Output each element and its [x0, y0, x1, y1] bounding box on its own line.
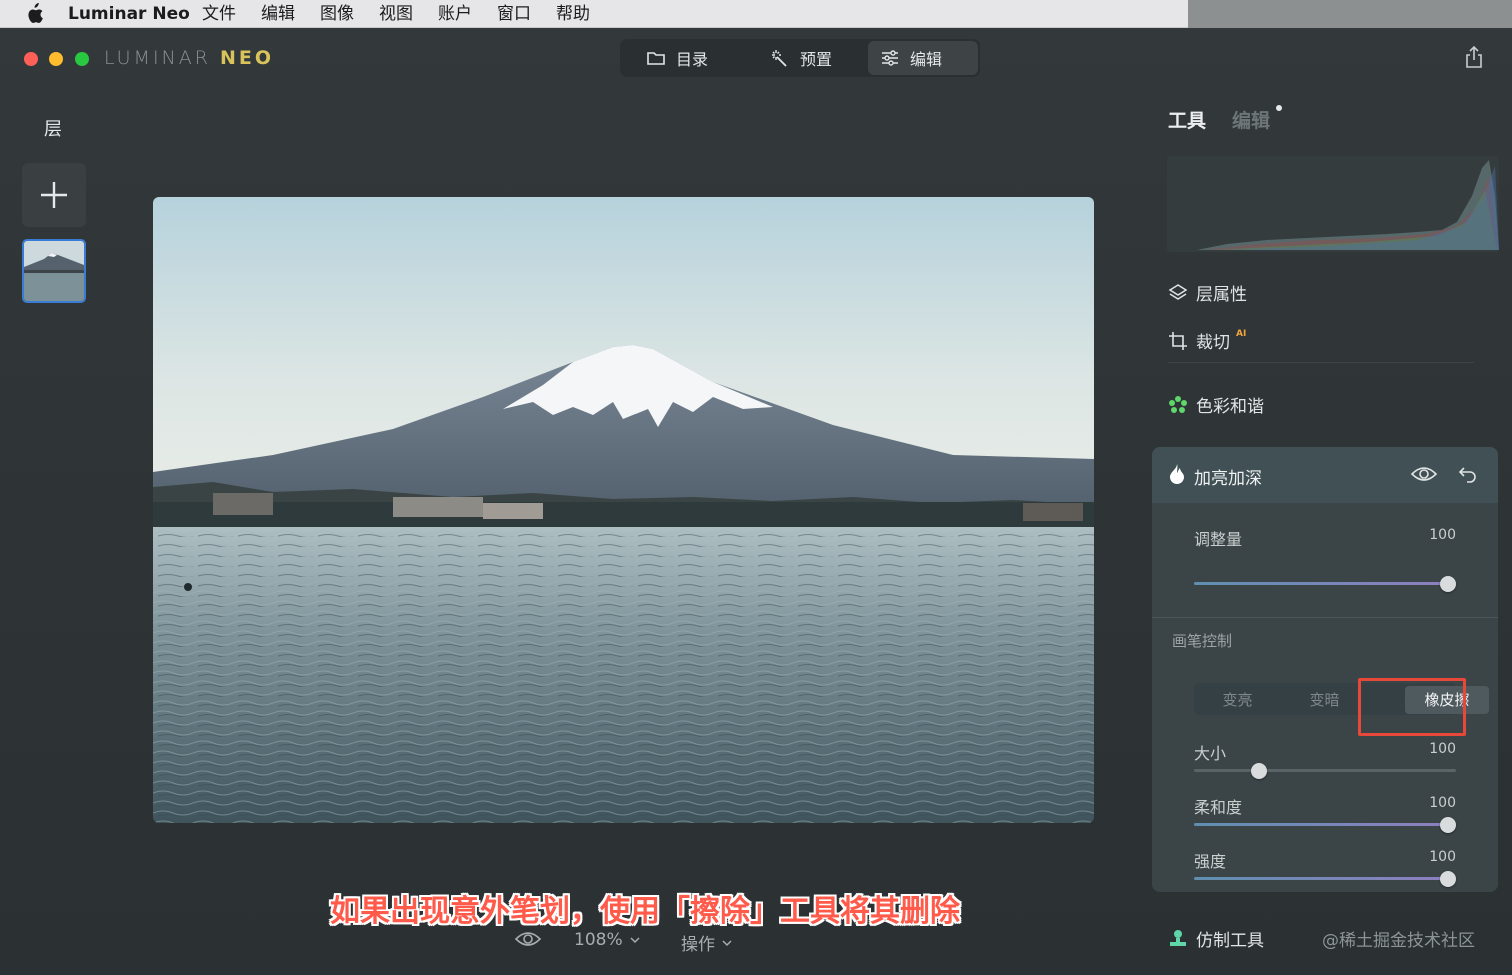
- dodge-burn-header[interactable]: 加亮加深: [1152, 447, 1498, 503]
- tool-crop-label: 裁切: [1196, 333, 1230, 353]
- zoom-value: 108%: [574, 930, 623, 950]
- brush-control-title: 画笔控制: [1172, 632, 1233, 650]
- sliders-icon: [882, 50, 898, 66]
- menu-edit[interactable]: 编辑: [261, 4, 295, 24]
- app-window: LUMINAR NEO 目录 预置 编辑 层 如果出现意外笔划，使用「擦除」工具…: [0, 28, 1512, 975]
- softness-slider-track[interactable]: [1194, 823, 1456, 826]
- logo-neo-text: NEO: [220, 47, 275, 69]
- tab-presets[interactable]: 预置: [758, 41, 844, 75]
- tool-layer-properties[interactable]: 层属性: [1168, 280, 1247, 305]
- menu-app-name[interactable]: Luminar Neo: [68, 4, 190, 24]
- size-slider-thumb[interactable]: [1251, 763, 1267, 779]
- strength-value: 100: [1429, 849, 1456, 865]
- tool-clone[interactable]: 仿制工具: [1168, 926, 1264, 951]
- chevron-down-icon: [722, 939, 732, 946]
- softness-value: 100: [1429, 795, 1456, 811]
- strength-label: 强度: [1194, 852, 1227, 871]
- softness-label: 柔和度: [1194, 798, 1243, 817]
- minimize-window-button[interactable]: [49, 52, 63, 66]
- actions-label: 操作: [681, 935, 715, 955]
- edits-indicator-dot: [1276, 105, 1282, 111]
- menu-account[interactable]: 账户: [438, 4, 472, 24]
- size-value: 100: [1429, 741, 1456, 757]
- zoom-window-button[interactable]: [75, 52, 89, 66]
- color-harmony-icon: [1169, 395, 1187, 413]
- mount-fuji-photo: [153, 197, 1094, 823]
- menu-window[interactable]: 窗口: [497, 4, 531, 24]
- clone-stamp-icon: [1170, 929, 1186, 946]
- tool-color-harmony[interactable]: 色彩和谐: [1168, 392, 1264, 417]
- chevron-down-icon: [630, 937, 640, 944]
- tab-edits[interactable]: 编辑: [1232, 106, 1270, 133]
- share-icon[interactable]: [1464, 45, 1484, 69]
- visibility-eye-icon[interactable]: [1410, 465, 1438, 483]
- tab-edit-label: 编辑: [910, 50, 943, 69]
- actions-dropdown[interactable]: 操作: [681, 930, 733, 955]
- add-layer-button[interactable]: [22, 163, 86, 227]
- folder-icon: [647, 52, 665, 65]
- histogram: [1167, 156, 1499, 252]
- dodge-burn-title: 加亮加深: [1194, 469, 1262, 489]
- menu-image[interactable]: 图像: [320, 4, 354, 24]
- preview-toggle[interactable]: [514, 930, 542, 948]
- brush-mode-darken[interactable]: 变暗: [1281, 683, 1368, 715]
- flame-icon: [1170, 464, 1184, 484]
- tool-layer-properties-label: 层属性: [1196, 285, 1247, 305]
- tab-tools[interactable]: 工具: [1168, 106, 1206, 133]
- layers-title: 层: [44, 119, 62, 140]
- softness-slider-thumb[interactable]: [1440, 817, 1456, 833]
- close-window-button[interactable]: [24, 52, 38, 66]
- menu-file[interactable]: 文件: [202, 4, 236, 24]
- size-slider-track[interactable]: [1194, 769, 1456, 772]
- photo-canvas[interactable]: [153, 197, 1094, 823]
- strength-slider-track[interactable]: [1194, 877, 1456, 880]
- eye-icon: [514, 932, 542, 946]
- magic-wand-icon: [772, 50, 787, 67]
- crop-icon: [1169, 331, 1187, 350]
- plus-icon: [41, 182, 67, 208]
- tool-separator: [1168, 362, 1474, 363]
- eraser-highlight-annotation: [1358, 678, 1466, 736]
- amount-slider-thumb[interactable]: [1440, 576, 1456, 592]
- layer-thumbnail-image: [24, 241, 84, 301]
- watermark: @稀土掘金技术社区: [1322, 931, 1475, 951]
- menubar-status-area: [1188, 0, 1512, 28]
- app-logo: LUMINAR NEO: [104, 47, 274, 69]
- logo-text: LUMINAR: [104, 47, 211, 69]
- tab-catalog-label: 目录: [676, 50, 709, 69]
- brush-mode-lighten[interactable]: 变亮: [1194, 683, 1281, 715]
- tool-crop[interactable]: 裁切 AI: [1168, 328, 1246, 353]
- zoom-dropdown[interactable]: 108%: [574, 930, 641, 950]
- layers-icon: [1168, 283, 1188, 300]
- amount-value: 100: [1429, 527, 1456, 543]
- strength-slider-thumb[interactable]: [1440, 871, 1456, 887]
- apple-menu-icon[interactable]: [24, 3, 44, 25]
- undo-icon[interactable]: [1458, 464, 1478, 484]
- size-label: 大小: [1194, 744, 1227, 763]
- tab-presets-label: 预置: [800, 50, 833, 69]
- amount-label: 调整量: [1194, 530, 1243, 549]
- tab-catalog[interactable]: 目录: [634, 41, 720, 75]
- tab-edit[interactable]: 编辑: [868, 41, 978, 75]
- panel-divider: [1152, 617, 1498, 618]
- tutorial-caption: 如果出现意外笔划，使用「擦除」工具将其删除: [330, 894, 960, 929]
- menu-view[interactable]: 视图: [379, 4, 413, 24]
- macos-menubar: Luminar Neo 文件 编辑 图像 视图 账户 窗口 帮助: [0, 0, 1512, 28]
- menu-help[interactable]: 帮助: [556, 4, 590, 24]
- amount-slider-track[interactable]: [1194, 582, 1456, 585]
- tool-clone-label: 仿制工具: [1196, 931, 1264, 951]
- mode-switcher: 目录 预置 编辑: [620, 39, 980, 77]
- ai-badge: AI: [1236, 328, 1247, 339]
- dodge-burn-panel: 加亮加深 调整量 100 画笔控制 变亮 变暗 橡皮擦 大小 100 柔和度 1…: [1152, 447, 1498, 892]
- tool-color-harmony-label: 色彩和谐: [1196, 397, 1264, 417]
- layer-thumbnail[interactable]: [22, 239, 86, 303]
